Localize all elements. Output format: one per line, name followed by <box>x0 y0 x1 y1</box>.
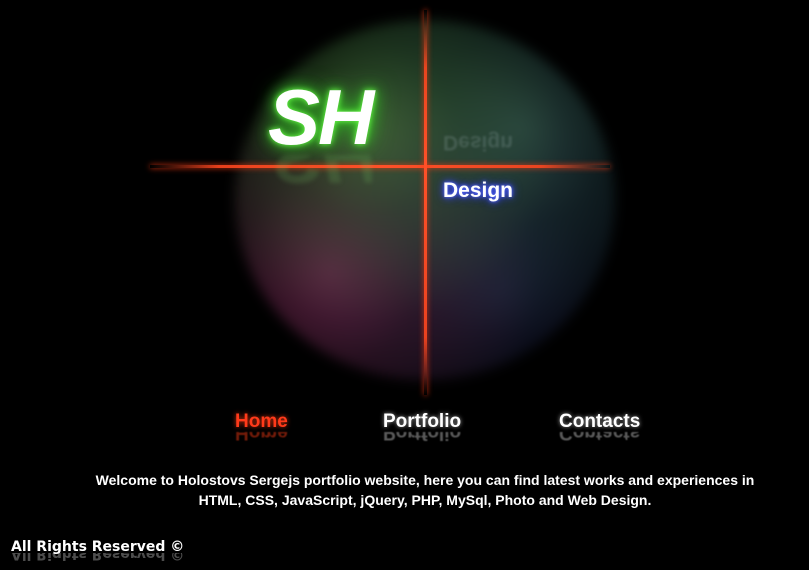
nav-portfolio-reflection: Portfolio <box>383 432 462 443</box>
welcome-line-1: Welcome to Holostovs Sergejs portfolio w… <box>95 472 755 488</box>
nav-home-reflection: Home <box>235 432 288 443</box>
logo-initials: SH <box>268 73 374 161</box>
logo-subtitle-reflection: Design <box>443 131 514 154</box>
main-nav: Home Home Portfolio Portfolio Contacts C… <box>0 410 809 450</box>
nav-portfolio-link[interactable]: Portfolio <box>383 410 461 434</box>
nav-home-link[interactable]: Home <box>235 410 288 434</box>
logo-subtitle: Design <box>443 179 514 202</box>
logo-initials-reflection: SH <box>268 155 372 195</box>
crosshair-vertical-line <box>424 10 427 395</box>
welcome-line-2: HTML, CSS, JavaScript, jQuery, PHP, MySq… <box>198 492 652 508</box>
nav-contacts-reflection: Contacts <box>559 432 641 443</box>
nav-contacts-link[interactable]: Contacts <box>559 410 640 434</box>
crosshair-horizontal-line <box>150 165 610 168</box>
footer-copyright-reflection: All Rights Reserved © <box>11 553 185 562</box>
page: SH SH Design Design Home Home Portfolio … <box>0 0 809 570</box>
welcome-text: Welcome to Holostovs Sergejs portfolio w… <box>60 470 790 510</box>
